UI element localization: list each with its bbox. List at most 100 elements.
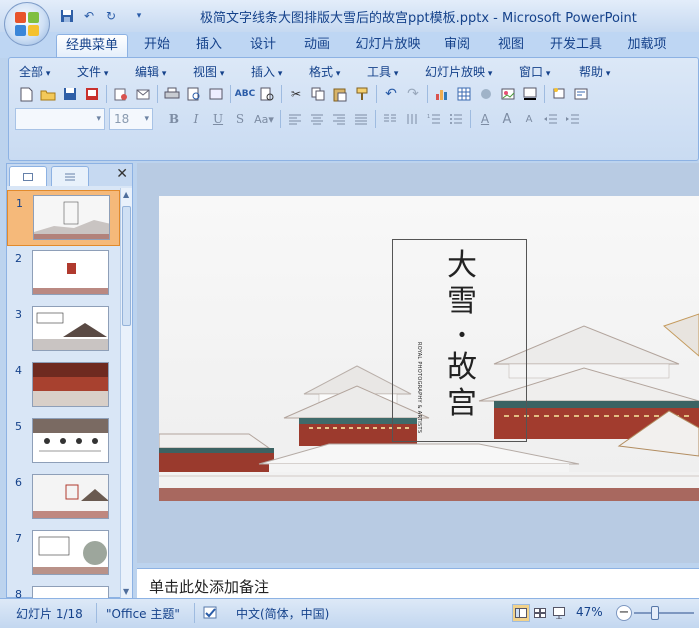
slide-sorter-button[interactable] xyxy=(531,604,549,622)
slides-tab[interactable] xyxy=(9,166,47,186)
tab-addins[interactable]: 加载项 xyxy=(620,34,674,58)
shrink-font-icon[interactable]: A xyxy=(518,108,540,130)
shadow-icon[interactable]: S xyxy=(229,108,251,130)
insert-table-icon[interactable] xyxy=(453,83,475,105)
cut-icon[interactable]: ✂ xyxy=(285,83,307,105)
tab-design[interactable]: 设计 xyxy=(242,34,284,58)
insert-chart-icon[interactable] xyxy=(431,83,453,105)
slide-thumb-row[interactable]: 4 xyxy=(7,358,120,414)
notes-pane[interactable]: 单击此处添加备注 xyxy=(137,568,699,598)
save-icon[interactable] xyxy=(58,7,76,25)
decrease-indent-icon[interactable] xyxy=(540,108,562,130)
print-preview-icon[interactable] xyxy=(183,83,205,105)
customize-qat-icon[interactable]: ▾ xyxy=(130,7,148,25)
tab-view[interactable]: 视图 xyxy=(490,34,532,58)
insert-picture-icon[interactable] xyxy=(497,83,519,105)
tab-slideshow[interactable]: 幻灯片放映 xyxy=(352,34,424,58)
redo-icon[interactable]: ↷ xyxy=(402,83,424,105)
change-case-icon[interactable]: Aa▾ xyxy=(251,108,277,130)
redo-icon[interactable]: ↻ xyxy=(102,7,120,25)
copy-icon[interactable] xyxy=(307,83,329,105)
italic-icon[interactable]: I xyxy=(185,108,207,130)
text-direction-icon[interactable] xyxy=(401,108,423,130)
font-name-combo[interactable] xyxy=(15,108,105,130)
close-icon[interactable]: ✕ xyxy=(116,166,128,182)
format-painter-icon[interactable] xyxy=(351,83,373,105)
scroll-thumb[interactable] xyxy=(122,206,131,326)
zoom-out-icon[interactable]: − xyxy=(616,605,632,621)
font-color-icon[interactable]: A xyxy=(474,108,496,130)
print-icon[interactable] xyxy=(161,83,183,105)
outline-tab[interactable] xyxy=(51,166,89,186)
menu-window[interactable]: 窗口 xyxy=(519,63,550,80)
open-folder-icon[interactable] xyxy=(37,83,59,105)
bold-icon[interactable]: B xyxy=(163,108,185,130)
clip-art-icon[interactable] xyxy=(475,83,497,105)
normal-view-icon[interactable] xyxy=(205,83,227,105)
numbering-icon[interactable]: 1 xyxy=(423,108,445,130)
slide-thumbnail[interactable] xyxy=(32,474,109,519)
slide-canvas[interactable]: 大 雪 · 故 宫 ROYAL PHOTOGRAPHY & ARTISTS xyxy=(159,196,699,501)
tab-home[interactable]: 开始 xyxy=(136,34,178,58)
underline-icon[interactable]: U xyxy=(207,108,229,130)
research-icon[interactable] xyxy=(256,83,278,105)
slide-thumb-row[interactable]: 7 xyxy=(7,526,120,582)
slide-thumb-row[interactable]: 1 xyxy=(7,190,120,246)
align-right-icon[interactable] xyxy=(328,108,350,130)
language-indicator[interactable]: 中文(简体，中国) xyxy=(236,605,329,622)
normal-view-button[interactable] xyxy=(512,604,530,622)
pane-scrollbar[interactable]: ▲ ▼ xyxy=(120,188,132,598)
notes-placeholder[interactable]: 单击此处添加备注 xyxy=(149,576,269,597)
email-icon[interactable] xyxy=(132,83,154,105)
tab-classic-menu[interactable]: 经典菜单 xyxy=(56,34,128,58)
menu-tools[interactable]: 工具 xyxy=(367,63,398,80)
slide-thumbnail[interactable] xyxy=(32,530,109,575)
scroll-up-icon[interactable]: ▲ xyxy=(123,190,129,199)
bullets-icon[interactable] xyxy=(445,108,467,130)
undo-icon[interactable]: ↶ xyxy=(380,83,402,105)
spelling-icon[interactable]: ABC xyxy=(234,83,256,105)
slide-thumb-row[interactable]: 2 xyxy=(7,246,120,302)
tab-developer[interactable]: 开发工具 xyxy=(544,34,608,58)
slide-thumbnail[interactable] xyxy=(32,586,109,598)
slide-thumb-row[interactable]: 8 xyxy=(7,582,120,598)
grow-font-icon[interactable]: A xyxy=(496,108,518,130)
menu-help[interactable]: 帮助 xyxy=(579,63,610,80)
align-center-icon[interactable] xyxy=(306,108,328,130)
spell-check-icon[interactable] xyxy=(202,604,220,622)
fill-color-icon[interactable] xyxy=(519,83,541,105)
slide-thumbnail[interactable] xyxy=(33,195,110,240)
slide-thumb-row[interactable]: 5 xyxy=(7,414,120,470)
slide-thumb-row[interactable]: 6 xyxy=(7,470,120,526)
scroll-down-icon[interactable]: ▼ xyxy=(123,587,129,596)
zoom-level[interactable]: 47% xyxy=(576,605,603,619)
menu-format[interactable]: 格式 xyxy=(309,63,340,80)
menu-slideshow[interactable]: 幻灯片放映 xyxy=(425,63,492,80)
new-file-icon[interactable] xyxy=(15,83,37,105)
save-icon[interactable] xyxy=(59,83,81,105)
office-button[interactable] xyxy=(4,2,50,46)
permission-icon[interactable] xyxy=(110,83,132,105)
menu-file[interactable]: 文件 xyxy=(77,63,108,80)
slide-thumb-row[interactable]: 3 xyxy=(7,302,120,358)
tab-animation[interactable]: 动画 xyxy=(296,34,338,58)
slide-thumbnail[interactable] xyxy=(32,418,109,463)
paste-icon[interactable] xyxy=(329,83,351,105)
align-left-icon[interactable] xyxy=(284,108,306,130)
slide-thumbnail[interactable] xyxy=(32,306,109,351)
zoom-slider-track[interactable] xyxy=(634,612,694,614)
slideshow-button[interactable] xyxy=(550,604,568,622)
tab-review[interactable]: 审阅 xyxy=(436,34,478,58)
slide-thumbnail[interactable] xyxy=(32,362,109,407)
menu-insert[interactable]: 插入 xyxy=(251,63,282,80)
zoom-slider-thumb[interactable] xyxy=(651,606,659,620)
new-slide-icon[interactable] xyxy=(548,83,570,105)
justify-icon[interactable] xyxy=(350,108,372,130)
tab-insert[interactable]: 插入 xyxy=(188,34,230,58)
columns-icon[interactable] xyxy=(379,108,401,130)
font-size-combo[interactable]: 18 xyxy=(109,108,153,130)
theme-name[interactable]: "Office 主题" xyxy=(106,605,180,622)
menu-view[interactable]: 视图 xyxy=(193,63,224,80)
menu-edit[interactable]: 编辑 xyxy=(135,63,166,80)
undo-icon[interactable]: ↶ xyxy=(80,7,98,25)
